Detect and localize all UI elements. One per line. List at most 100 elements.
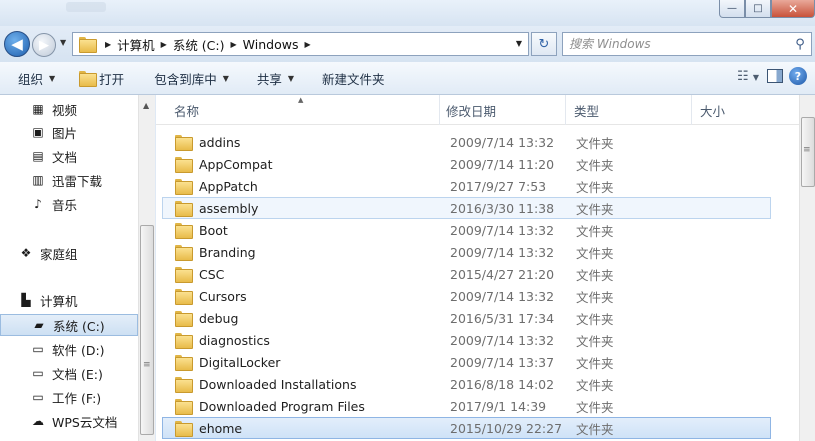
recent-pages-dropdown[interactable]: ▼ <box>60 38 66 47</box>
folder-icon <box>175 245 193 261</box>
nav-item[interactable]: ▭ 文档 (E:) <box>0 362 138 384</box>
cloud-icon: ☁ <box>32 414 44 428</box>
file-row[interactable]: Branding 2009/7/14 13:32 文件夹 <box>162 241 771 263</box>
drive-icon: ▭ <box>32 366 44 380</box>
open-button[interactable]: 打开 <box>73 66 130 90</box>
back-button[interactable]: ◀ <box>4 31 30 57</box>
nav-item[interactable]: ▙ 计算机 <box>0 289 138 311</box>
file-row[interactable]: debug 2016/5/31 17:34 文件夹 <box>162 307 771 329</box>
nav-item[interactable]: ♪ 音乐 <box>0 193 138 215</box>
folder-icon <box>175 311 193 327</box>
share-button[interactable]: 共享 ▼ <box>251 66 300 90</box>
file-type: 文件夹 <box>576 289 614 305</box>
breadcrumb-separator-icon[interactable]: ▶ <box>105 40 111 49</box>
file-row[interactable]: DigitalLocker 2009/7/14 13:37 文件夹 <box>162 351 771 373</box>
maximize-button[interactable]: □ <box>745 0 771 18</box>
file-date: 2009/7/14 13:32 <box>450 332 555 348</box>
scroll-grip-icon: ≡ <box>143 360 151 370</box>
file-type: 文件夹 <box>576 157 614 173</box>
help-icon[interactable]: ? <box>789 67 807 85</box>
file-type: 文件夹 <box>576 135 614 151</box>
folder-icon <box>175 135 193 151</box>
search-input[interactable] <box>569 37 789 51</box>
breadcrumb-windows[interactable]: Windows <box>243 37 299 52</box>
forward-button[interactable]: ▶ <box>32 33 56 57</box>
breadcrumb-separator-icon[interactable]: ▶ <box>231 40 237 49</box>
file-row[interactable]: Cursors 2009/7/14 13:32 文件夹 <box>162 285 771 307</box>
file-list: ▲ 名称 修改日期 类型 大小 addins 2009/7/14 13:32 文件夹… <box>156 95 815 441</box>
file-row[interactable]: Boot 2009/7/14 13:32 文件夹 <box>162 219 771 241</box>
file-row[interactable]: Downloaded Program Files 2017/9/1 14:39 文件… <box>162 395 771 417</box>
nav-item[interactable]: ▭ 工作 (F:) <box>0 386 138 408</box>
refresh-button[interactable]: ↻ <box>531 32 557 56</box>
nav-item[interactable]: ▤ 文档 <box>0 145 138 167</box>
file-row[interactable]: assembly 2016/3/30 11:38 文件夹 <box>162 197 771 219</box>
minimize-icon: — <box>727 3 737 14</box>
file-row[interactable]: AppCompat 2009/7/14 11:20 文件夹 <box>162 153 771 175</box>
nav-item[interactable]: ▰ 系统 (C:) <box>0 314 138 336</box>
breadcrumb-computer[interactable]: 计算机 <box>117 35 155 54</box>
nav-item[interactable]: ▥ 迅雷下载 <box>0 169 138 191</box>
nav-item[interactable]: ▭ 软件 (D:) <box>0 338 138 360</box>
search-icon[interactable]: ⚲ <box>789 37 811 52</box>
nav-item[interactable]: ☁ WPS云文档 <box>0 410 138 432</box>
file-date: 2016/3/30 11:38 <box>450 200 555 216</box>
column-headers: ▲ 名称 修改日期 类型 大小 <box>156 95 799 125</box>
window-controls: — □ ✕ <box>719 0 815 18</box>
file-name: Cursors <box>199 288 247 304</box>
file-type: 文件夹 <box>576 223 614 239</box>
file-name: Downloaded Installations <box>199 376 357 392</box>
scrollbar-thumb[interactable] <box>140 225 154 435</box>
file-date: 2009/7/14 13:32 <box>450 222 555 238</box>
search-box[interactable]: ⚲ <box>562 32 812 56</box>
column-header-type[interactable]: 类型 <box>566 95 692 125</box>
file-date: 2009/7/14 13:32 <box>450 134 555 150</box>
file-date: 2009/7/14 13:32 <box>450 244 555 260</box>
column-header-date-label: 修改日期 <box>446 103 497 119</box>
file-type: 文件夹 <box>576 355 614 371</box>
file-type: 文件夹 <box>576 201 614 217</box>
file-row[interactable]: ehome 2015/10/29 22:27 文件夹 <box>162 417 771 439</box>
file-row[interactable]: diagnostics 2009/7/14 13:32 文件夹 <box>162 329 771 351</box>
minimize-button[interactable]: — <box>719 0 745 18</box>
folder-icon <box>175 377 193 393</box>
preview-pane-icon[interactable] <box>767 69 783 83</box>
file-date: 2009/7/14 13:32 <box>450 288 555 304</box>
system-drive-icon: ▰ <box>34 318 44 332</box>
address-dropdown-icon[interactable]: ▼ <box>516 39 522 48</box>
file-type: 文件夹 <box>576 245 614 261</box>
address-bar[interactable]: ▶ 计算机 ▶ 系统 (C:) ▶ Windows ▶ ▼ <box>72 32 529 56</box>
nav-item[interactable]: ▣ 图片 <box>0 121 138 143</box>
breadcrumb-system-drive[interactable]: 系统 (C:) <box>173 35 225 54</box>
close-button[interactable]: ✕ <box>771 0 815 18</box>
file-row[interactable]: AppPatch 2017/9/27 7:53 文件夹 <box>162 175 771 197</box>
nav-item-label: 工作 (F:) <box>52 390 102 406</box>
column-header-size[interactable]: 大小 <box>692 95 799 125</box>
file-row[interactable]: CSC 2015/4/27 21:20 文件夹 <box>162 263 771 285</box>
scroll-up-icon[interactable]: ▲ <box>143 101 149 110</box>
file-row[interactable]: Downloaded Installations 2016/8/18 14:02 文… <box>162 373 771 395</box>
navigation-pane: ▦ 视频 ▣ 图片 ▤ 文档 ▥ 迅雷下载 ♪ 音乐 ❖ 家庭组 ▙ 计算机 ▰ 系统 (C:) ▭ 软件 (D:… <box>0 95 155 441</box>
refresh-icon: ↻ <box>538 36 550 52</box>
column-header-name[interactable]: ▲ 名称 <box>156 95 440 125</box>
file-name: ehome <box>199 420 243 436</box>
file-date: 2009/7/14 13:37 <box>450 354 555 370</box>
folder-icon <box>175 223 193 239</box>
file-date: 2017/9/1 14:39 <box>450 398 547 414</box>
file-row[interactable]: addins 2009/7/14 13:32 文件夹 <box>162 131 771 153</box>
download-folder-icon: ▥ <box>32 173 44 187</box>
file-name: Boot <box>199 222 228 238</box>
include-in-library-button[interactable]: 包含到库中 ▼ <box>148 66 235 90</box>
breadcrumb-separator-icon[interactable]: ▶ <box>304 40 310 49</box>
file-name: diagnostics <box>199 332 270 348</box>
nav-item-label: 系统 (C:) <box>53 318 105 334</box>
nav-item[interactable]: ❖ 家庭组 <box>0 242 138 264</box>
breadcrumb-separator-icon[interactable]: ▶ <box>161 40 167 49</box>
new-folder-button[interactable]: 新建文件夹 <box>316 66 391 90</box>
nav-pane-scrollbar[interactable]: ▲ ≡ <box>138 95 155 441</box>
change-view-button[interactable]: ☷ ▼ <box>735 69 761 84</box>
column-header-date[interactable]: 修改日期 <box>440 95 566 125</box>
file-list-scrollbar[interactable]: ≡ <box>799 95 815 441</box>
nav-item[interactable]: ▦ 视频 <box>0 98 138 120</box>
organize-button[interactable]: 组织 ▼ <box>12 66 61 90</box>
